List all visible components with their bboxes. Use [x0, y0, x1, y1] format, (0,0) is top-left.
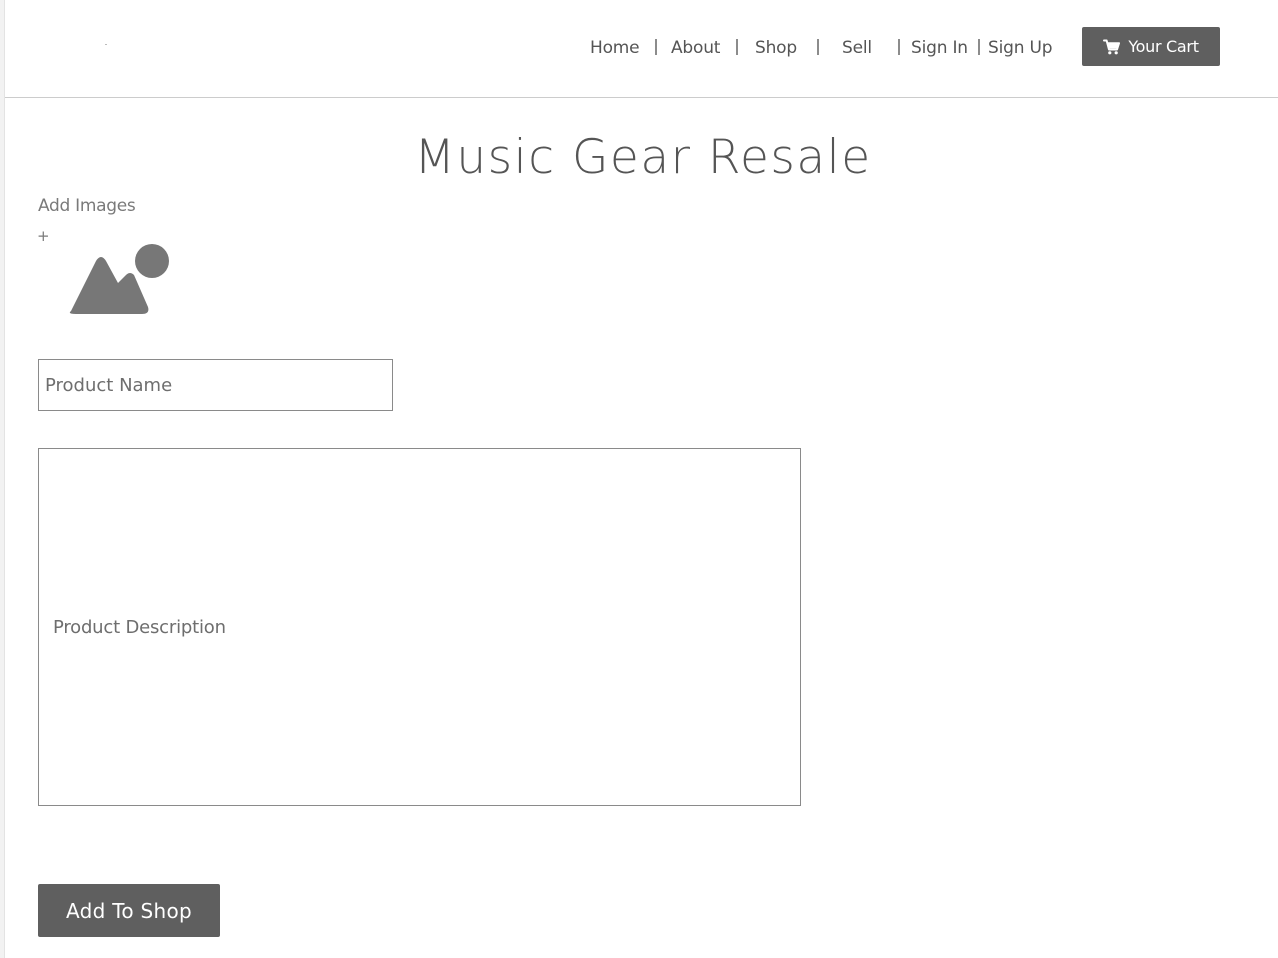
your-cart-label: Your Cart: [1128, 37, 1199, 56]
site-logo[interactable]: [105, 44, 107, 45]
product-description-placeholder: Product Description: [53, 616, 226, 638]
product-name-input[interactable]: [38, 359, 393, 411]
nav-separator: [978, 39, 980, 55]
nav-separator: [898, 39, 900, 55]
nav-separator: [817, 39, 819, 55]
page-title: Music Gear Resale: [414, 130, 872, 185]
shopping-cart-icon: [1103, 39, 1121, 54]
nav-link-sell[interactable]: Sell: [842, 36, 872, 60]
product-description-field[interactable]: Product Description: [38, 448, 801, 806]
nav-link-home[interactable]: Home: [590, 36, 640, 60]
add-to-shop-button[interactable]: Add To Shop: [38, 884, 220, 937]
plus-icon[interactable]: +: [37, 227, 50, 245]
nav-link-about[interactable]: About: [671, 36, 720, 60]
nav-separator: [736, 39, 738, 55]
your-cart-button[interactable]: Your Cart: [1082, 27, 1220, 66]
site-header: Home About Shop Sell Sign In Sign Up You…: [5, 0, 1278, 98]
nav-link-sign-in[interactable]: Sign In: [911, 36, 968, 60]
image-placeholder-icon[interactable]: [66, 243, 172, 317]
nav-link-sign-up[interactable]: Sign Up: [988, 36, 1053, 60]
add-images-label: Add Images: [38, 196, 136, 216]
nav-separator: [655, 39, 657, 55]
nav-link-shop[interactable]: Shop: [755, 36, 797, 60]
